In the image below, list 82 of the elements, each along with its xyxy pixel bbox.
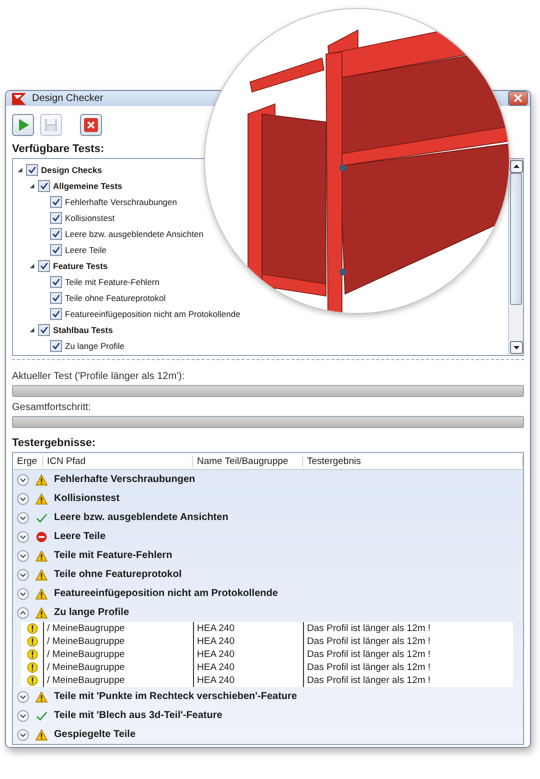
collapse-triangle-icon[interactable] (17, 167, 23, 173)
expand-chevron-icon[interactable] (17, 530, 29, 542)
collapse-chevron-icon[interactable] (17, 606, 29, 618)
result-group-title: Leere bzw. ausgeblendete Ansichten (54, 512, 228, 523)
result-group-title: Teile mit Feature-Fehlern (54, 550, 172, 561)
checkbox[interactable] (50, 340, 62, 352)
checkbox[interactable] (50, 244, 62, 256)
column-header[interactable]: Erge (13, 456, 43, 466)
checkbox[interactable] (38, 260, 50, 272)
checkbox[interactable] (50, 212, 62, 224)
checkbox[interactable] (50, 276, 62, 288)
table-cell: HEA 240 (193, 674, 303, 687)
result-group-title: Featureeinfügeposition nicht am Protokollende (54, 588, 278, 599)
expand-chevron-icon[interactable] (17, 588, 29, 600)
collapse-triangle-icon[interactable] (29, 183, 35, 189)
tree-item-label[interactable]: Allgemeine Tests (53, 181, 122, 191)
scroll-up-icon[interactable] (510, 160, 522, 173)
table-cell: / MeineBaugruppe (43, 648, 193, 661)
tree-item-label[interactable]: Leere Teile (65, 245, 106, 255)
result-group-title: Leere Teile (54, 531, 106, 542)
expand-chevron-icon[interactable] (17, 568, 29, 580)
result-group-title: Teile mit 'Punkte im Rechteck verschieben'-Feature (54, 691, 297, 702)
table-cell: Das Profil ist länger als 12m ! (303, 622, 513, 635)
column-header[interactable]: Testergebnis (303, 456, 523, 466)
stop-button[interactable] (80, 114, 102, 136)
result-group-title: Teile mit 'Blech aus 3d-Teil'-Feature (54, 710, 222, 721)
expand-chevron-icon[interactable] (17, 474, 29, 486)
table-cell: Das Profil ist länger als 12m ! (303, 661, 513, 674)
section-heading: Testergebnisse: (12, 437, 97, 449)
checkbox[interactable] (38, 180, 50, 192)
result-group-title: Gespiegelte Teile (54, 729, 136, 740)
section-heading: Verfügbare Tests: (12, 143, 106, 155)
table-cell: HEA 240 (193, 622, 303, 635)
progress-label: Gesamtfortschritt: (12, 402, 92, 413)
expand-chevron-icon[interactable] (17, 512, 29, 524)
checkbox[interactable] (50, 228, 62, 240)
expand-chevron-icon[interactable] (17, 710, 29, 722)
checkbox[interactable] (50, 196, 62, 208)
table-cell: HEA 240 (193, 635, 303, 648)
tree-item-label[interactable]: Fehlerhafte Verschraubungen (65, 197, 177, 207)
scrollbar[interactable] (508, 159, 523, 355)
scroll-down-icon[interactable] (510, 341, 522, 354)
table-cell: Das Profil ist länger als 12m ! (303, 674, 513, 687)
table-cell: HEA 240 (193, 661, 303, 674)
column-header[interactable]: ICN Pfad (43, 456, 193, 466)
expand-chevron-icon[interactable] (17, 690, 29, 702)
table-cell: / MeineBaugruppe (43, 622, 193, 635)
table-cell: / MeineBaugruppe (43, 635, 193, 648)
tree-item-label[interactable]: Zu lange Profile (65, 341, 125, 351)
checkbox[interactable] (50, 308, 62, 320)
save-icon (42, 116, 60, 134)
close-button[interactable] (508, 91, 528, 106)
tree-item-label[interactable]: Kollisionstest (65, 213, 115, 223)
table-cell: / MeineBaugruppe (43, 661, 193, 674)
expand-chevron-icon[interactable] (17, 550, 29, 562)
result-group-title: Kollisionstest (54, 493, 120, 504)
collapse-triangle-icon[interactable] (29, 327, 35, 333)
tree-item-label[interactable]: Teile ohne Featureprotokol (65, 293, 166, 303)
expand-chevron-icon[interactable] (17, 728, 29, 740)
result-group-title: Teile ohne Featureprotokol (54, 569, 182, 580)
table-cell: Das Profil ist länger als 12m ! (303, 635, 513, 648)
checkbox[interactable] (50, 292, 62, 304)
table-cell: / MeineBaugruppe (43, 674, 193, 687)
table-cell: Das Profil ist länger als 12m ! (303, 648, 513, 661)
tree-item-label[interactable]: Design Checks (41, 165, 102, 175)
tree-item-label[interactable]: Stahlbau Tests (53, 325, 113, 335)
table-cell: HEA 240 (193, 648, 303, 661)
tree-item-label[interactable]: Teile mit Feature-Fehlern (65, 277, 160, 287)
result-group-title: Fehlerhafte Verschraubungen (54, 474, 196, 485)
stop-icon (82, 116, 100, 134)
collapse-triangle-icon[interactable] (29, 263, 35, 269)
window-title: Design Checker (32, 93, 104, 104)
tree-item-label[interactable]: Leere bzw. ausgeblendete Ansichten (65, 229, 204, 239)
progress-label: Aktueller Test ('Profile länger als 12m'): (12, 371, 186, 382)
tree-item-label[interactable]: Featureeinfügeposition nicht am Protokollende (65, 309, 240, 319)
result-group-title: Zu lange Profile (54, 607, 130, 618)
column-header[interactable]: Name Teil/Baugruppe (193, 456, 303, 466)
tree-item-label[interactable]: Feature Tests (53, 261, 108, 271)
play-button[interactable] (12, 114, 34, 136)
checkbox[interactable] (38, 324, 50, 336)
checkbox[interactable] (26, 164, 38, 176)
expand-chevron-icon[interactable] (17, 492, 29, 504)
